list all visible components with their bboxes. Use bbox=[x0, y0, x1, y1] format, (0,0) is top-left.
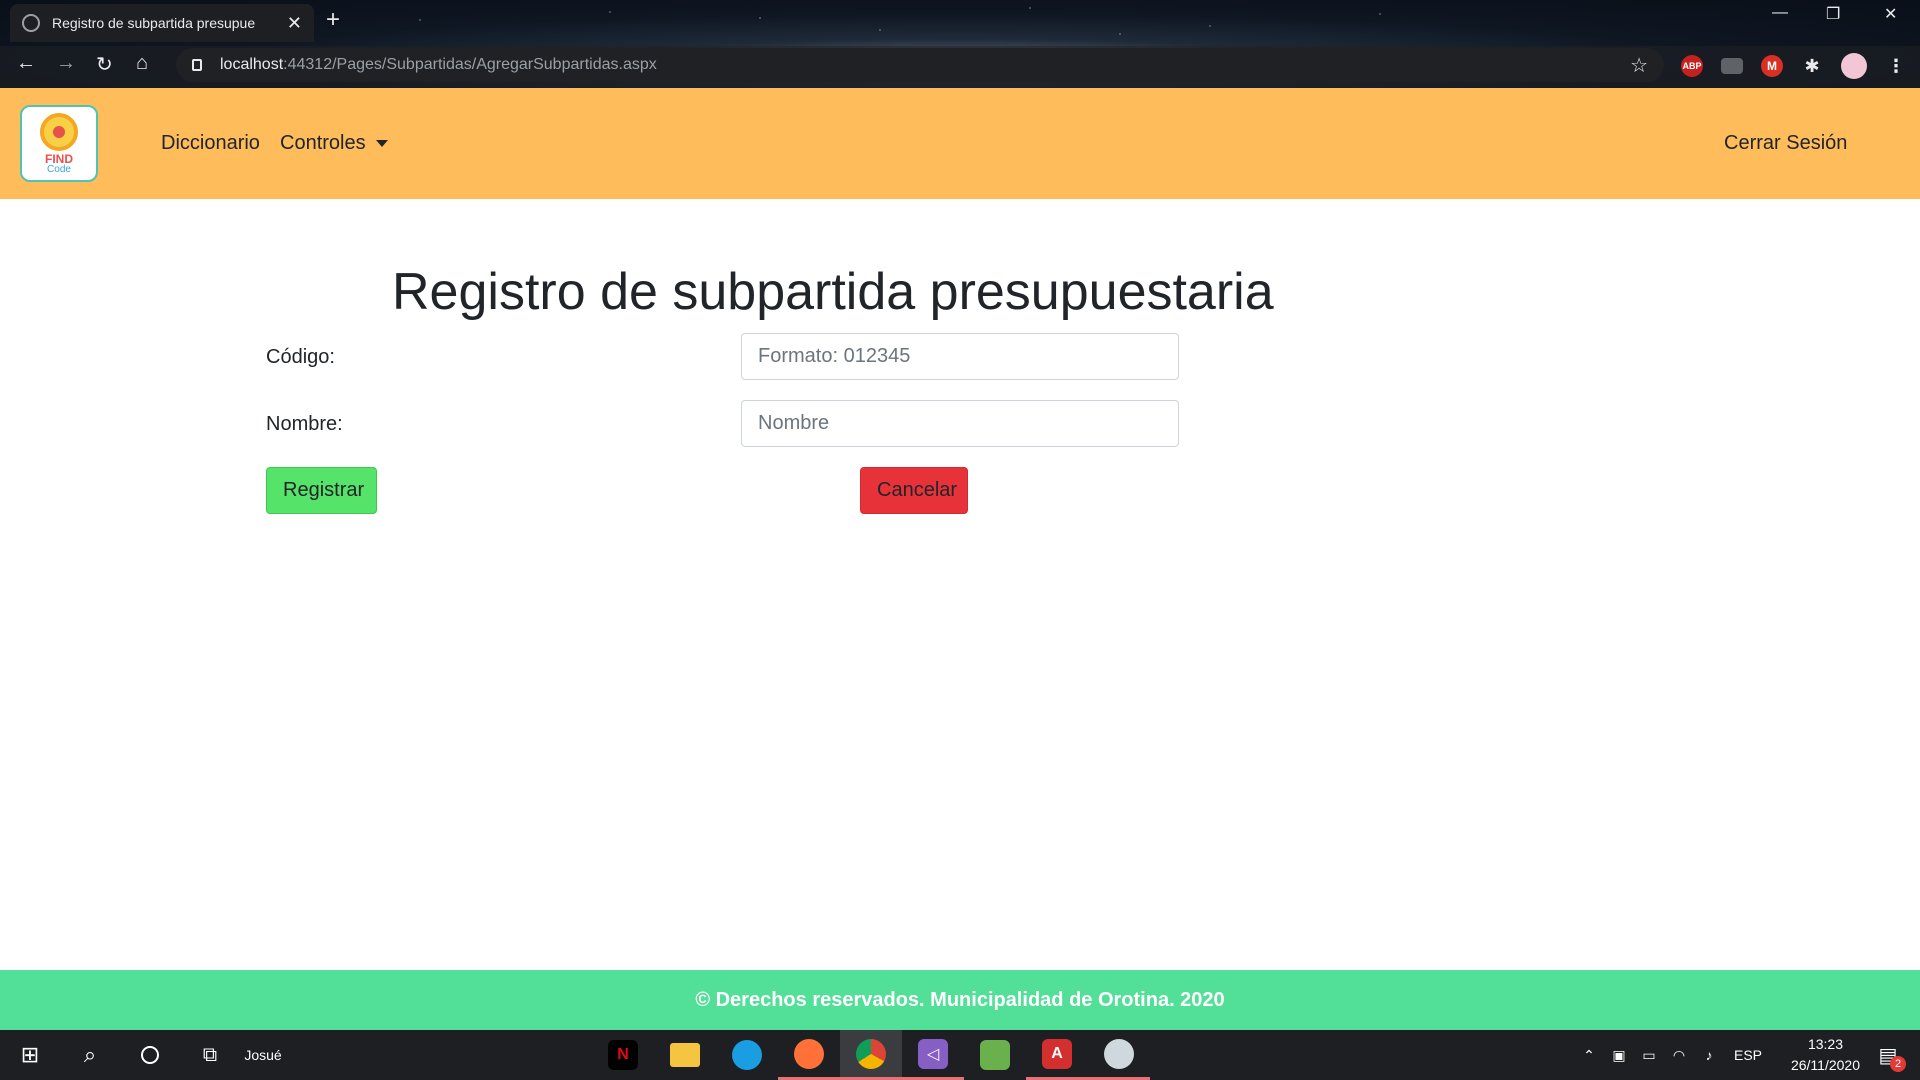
netflix-app-icon[interactable]: N bbox=[592, 1030, 654, 1080]
codigo-label: Código: bbox=[266, 346, 335, 368]
sql-app-icon[interactable] bbox=[964, 1030, 1026, 1080]
browser-chrome: Registro de subpartida presupue ✕ + — ❐ … bbox=[0, 0, 1920, 88]
cortana-icon[interactable] bbox=[128, 1030, 172, 1080]
volume-icon[interactable]: ♪ bbox=[1696, 1030, 1722, 1080]
language-indicator[interactable]: ESP bbox=[1728, 1030, 1768, 1080]
logout-link[interactable]: Cerrar Sesión bbox=[1724, 132, 1847, 155]
visual-studio-icon[interactable]: ◁ bbox=[902, 1030, 964, 1080]
url-host: localhost bbox=[220, 56, 284, 73]
battery-icon[interactable]: ▭ bbox=[1636, 1030, 1662, 1080]
back-icon[interactable]: ← bbox=[16, 52, 36, 75]
new-tab-icon[interactable]: + bbox=[326, 6, 340, 34]
search-icon[interactable]: ⌕ bbox=[68, 1030, 112, 1080]
cancel-button[interactable]: Cancelar bbox=[860, 467, 968, 514]
mega-extension-icon[interactable]: M bbox=[1761, 55, 1783, 77]
task-view-icon[interactable]: ⧉ bbox=[188, 1030, 232, 1080]
page-title: Registro de subpartida presupuestaria bbox=[392, 263, 1274, 321]
url-path: :44312/Pages/Subpartidas/AgregarSubparti… bbox=[283, 56, 657, 73]
findcode-logo[interactable]: FIND Code bbox=[20, 105, 98, 182]
home-icon[interactable]: ⌂ bbox=[136, 52, 148, 75]
firefox-icon[interactable] bbox=[778, 1030, 840, 1080]
puzzle-extensions-icon[interactable]: ✱ bbox=[1801, 55, 1823, 77]
restore-icon[interactable]: ❐ bbox=[1826, 4, 1840, 24]
caret-down-icon bbox=[375, 140, 388, 148]
windows-start-icon[interactable]: ⊞ bbox=[8, 1030, 52, 1080]
logo-mark bbox=[40, 112, 78, 151]
close-window-icon[interactable]: ✕ bbox=[1884, 4, 1897, 24]
logo-text-find: FIND bbox=[45, 151, 73, 166]
network-device-icon[interactable]: ▣ bbox=[1606, 1030, 1632, 1080]
site-navbar: FIND Code Diccionario Controles Cerrar S… bbox=[0, 88, 1920, 199]
address-bar[interactable]: localhost :44312/Pages/Subpartidas/Agreg… bbox=[176, 48, 1664, 82]
notifications-icon[interactable]: ▤ 2 bbox=[1866, 1030, 1910, 1080]
clock-date: 26/11/2020 bbox=[1790, 1057, 1860, 1073]
close-tab-icon[interactable]: ✕ bbox=[287, 13, 302, 34]
file-explorer-icon[interactable] bbox=[654, 1030, 716, 1080]
browser-tab[interactable]: Registro de subpartida presupue ✕ bbox=[10, 4, 314, 42]
footer: © Derechos reservados. Municipalidad de … bbox=[0, 970, 1920, 1030]
show-hidden-icons-icon[interactable]: ⌃ bbox=[1576, 1030, 1602, 1080]
chrome-icon[interactable] bbox=[840, 1030, 902, 1080]
menu-kebab-icon[interactable]: ⋮ bbox=[1885, 55, 1907, 77]
taskbar-user-label: Josué bbox=[244, 1047, 282, 1063]
codigo-input[interactable] bbox=[741, 333, 1179, 380]
nombre-input[interactable] bbox=[741, 400, 1179, 447]
extension-icon[interactable] bbox=[1721, 58, 1743, 74]
profile-avatar[interactable] bbox=[1841, 53, 1867, 79]
adblock-extension-icon[interactable]: ABP bbox=[1681, 55, 1703, 77]
windows-taskbar: ⊞ ⌕ ⧉ Josué N ◁ A ⌃ ▣ ▭ ◠ ♪ ESP 13:23 26… bbox=[0, 1030, 1920, 1080]
acrobat-reader-icon[interactable]: A bbox=[1026, 1030, 1088, 1080]
globe-icon bbox=[22, 14, 40, 32]
tab-title: Registro de subpartida presupue bbox=[52, 15, 256, 31]
lock-icon bbox=[192, 59, 202, 71]
nombre-label: Nombre: bbox=[266, 413, 343, 435]
footer-text: © Derechos reservados. Municipalidad de … bbox=[695, 988, 1225, 1011]
register-button[interactable]: Registrar bbox=[266, 467, 377, 514]
paint-app-icon[interactable] bbox=[1088, 1030, 1150, 1080]
logo-text-code: Code bbox=[47, 163, 71, 175]
taskbar-clock[interactable]: 13:23 26/11/2020 bbox=[1791, 1034, 1860, 1076]
nav-dropdown-label: Controles bbox=[280, 132, 366, 154]
wifi-icon[interactable]: ◠ bbox=[1666, 1030, 1692, 1080]
nav-link-diccionario[interactable]: Diccionario bbox=[161, 132, 260, 155]
bookmark-star-icon[interactable]: ☆ bbox=[1630, 53, 1648, 78]
minimize-icon[interactable]: — bbox=[1772, 4, 1788, 22]
notification-count-badge: 2 bbox=[1890, 1056, 1906, 1072]
forward-icon[interactable]: → bbox=[56, 52, 76, 75]
nav-dropdown-controles[interactable]: Controles bbox=[280, 132, 388, 155]
reload-icon[interactable]: ↻ bbox=[96, 52, 113, 77]
edge-browser-icon[interactable] bbox=[716, 1030, 778, 1080]
clock-time: 13:23 bbox=[1807, 1036, 1843, 1052]
